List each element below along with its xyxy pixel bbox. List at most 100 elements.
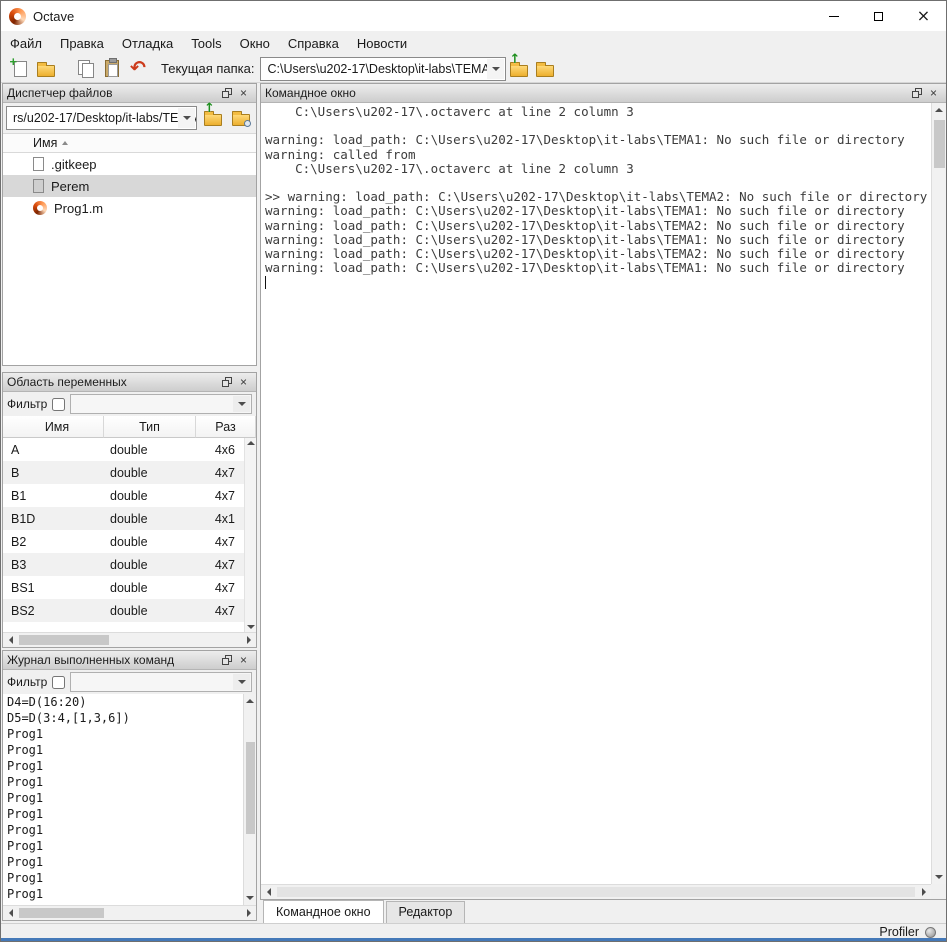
history-vertical-scrollbar[interactable] bbox=[243, 694, 256, 905]
history-item[interactable]: Prog1 bbox=[3, 774, 256, 790]
filter-combobox[interactable] bbox=[70, 394, 252, 414]
filter-checkbox[interactable] bbox=[52, 676, 65, 689]
column-header-name[interactable]: Имя bbox=[3, 416, 104, 438]
variable-row[interactable]: B2double4x7 bbox=[3, 530, 256, 553]
paste-button[interactable] bbox=[99, 57, 125, 81]
file-row[interactable]: Prog1.m bbox=[3, 197, 256, 219]
history-item[interactable]: Prog1 bbox=[3, 822, 256, 838]
variable-row[interactable]: BS1double4x7 bbox=[3, 576, 256, 599]
workspace-vertical-scrollbar[interactable] bbox=[244, 438, 256, 632]
variable-row[interactable]: BS2double4x7 bbox=[3, 599, 256, 622]
scroll-left-icon[interactable] bbox=[261, 885, 276, 899]
undock-icon[interactable] bbox=[218, 375, 235, 390]
history-item[interactable]: Prog1 bbox=[3, 806, 256, 822]
chevron-down-icon[interactable] bbox=[233, 674, 250, 690]
history-item[interactable]: Prog1 bbox=[3, 854, 256, 870]
history-item[interactable]: Prog1 bbox=[3, 742, 256, 758]
column-header-size[interactable]: Раз bbox=[196, 416, 256, 438]
history-item[interactable]: Prog1 bbox=[3, 726, 256, 742]
open-file-button[interactable] bbox=[33, 57, 59, 81]
history-item[interactable]: Prog1 bbox=[3, 838, 256, 854]
minimize-button[interactable] bbox=[811, 1, 856, 31]
scroll-right-icon[interactable] bbox=[916, 885, 931, 899]
menu-item-news[interactable]: Новости bbox=[348, 32, 416, 55]
variable-row[interactable]: B1Ddouble4x1 bbox=[3, 507, 256, 530]
scrollbar-thumb[interactable] bbox=[19, 908, 104, 918]
undock-icon[interactable] bbox=[218, 653, 235, 668]
browse-folder-button[interactable] bbox=[532, 57, 558, 81]
close-panel-icon[interactable]: × bbox=[925, 86, 942, 101]
scroll-right-icon[interactable] bbox=[241, 906, 256, 920]
variable-row[interactable]: B1double4x7 bbox=[3, 484, 256, 507]
menu-item-tools[interactable]: Tools bbox=[182, 32, 230, 55]
history-item[interactable]: Prog1 bbox=[3, 870, 256, 886]
history-item[interactable]: Prog1 bbox=[3, 790, 256, 806]
copy-button[interactable] bbox=[73, 57, 99, 81]
command-window-titlebar: Командное окно × bbox=[261, 84, 946, 103]
chevron-down-icon[interactable] bbox=[233, 396, 250, 412]
scroll-up-icon[interactable] bbox=[244, 694, 256, 708]
scroll-left-icon[interactable] bbox=[3, 906, 18, 920]
scroll-down-icon[interactable] bbox=[932, 870, 946, 884]
paste-icon bbox=[105, 60, 119, 77]
tab-editor[interactable]: Редактор bbox=[386, 901, 466, 923]
scroll-right-icon[interactable] bbox=[241, 633, 256, 647]
tab-command-window[interactable]: Командное окно bbox=[263, 900, 384, 923]
menu-item-edit[interactable]: Правка bbox=[51, 32, 113, 55]
filter-label: Фильтр bbox=[7, 397, 47, 411]
close-panel-icon[interactable]: × bbox=[235, 86, 252, 101]
scrollbar-thumb[interactable] bbox=[19, 635, 109, 645]
variable-row[interactable]: B3double4x7 bbox=[3, 553, 256, 576]
menu-item-help[interactable]: Справка bbox=[279, 32, 348, 55]
browser-up-button[interactable]: ↑ bbox=[201, 106, 225, 130]
chevron-down-icon[interactable] bbox=[487, 59, 504, 79]
file-browser-title: Диспетчер файлов bbox=[7, 86, 112, 100]
close-panel-icon[interactable]: × bbox=[235, 653, 252, 668]
scrollbar-thumb[interactable] bbox=[934, 120, 945, 168]
scroll-up-icon[interactable] bbox=[932, 103, 946, 117]
history-item[interactable]: D4=D(16:20) bbox=[3, 694, 256, 710]
current-folder-combobox[interactable]: C:\Users\u202-17\Desktop\it-labs\TEMA1 bbox=[260, 57, 506, 81]
file-row[interactable]: .gitkeep bbox=[3, 153, 256, 175]
history-horizontal-scrollbar[interactable] bbox=[3, 905, 256, 920]
file-row-selected[interactable]: Perem bbox=[3, 175, 256, 197]
menu-item-window[interactable]: Окно bbox=[231, 32, 279, 55]
undock-icon[interactable] bbox=[218, 86, 235, 101]
variable-row[interactable]: Bdouble4x7 bbox=[3, 461, 256, 484]
scrollbar-thumb[interactable] bbox=[277, 887, 915, 897]
history-item[interactable]: D5=D(3:4,[1,3,6]) bbox=[3, 710, 256, 726]
chevron-down-icon[interactable] bbox=[178, 108, 195, 128]
scroll-up-icon[interactable] bbox=[247, 441, 255, 445]
console-horizontal-scrollbar[interactable] bbox=[261, 884, 931, 899]
console-output[interactable]: C:\Users\u202-17\.octaverc at line 2 col… bbox=[261, 103, 931, 884]
history-list: D4=D(16:20) D5=D(3:4,[1,3,6]) Prog1 Prog… bbox=[3, 694, 256, 905]
scroll-left-icon[interactable] bbox=[3, 633, 18, 647]
menu-item-debug[interactable]: Отладка bbox=[113, 32, 182, 55]
browser-path-combobox[interactable]: rs/u202-17/Desktop/it-labs/TEMA1 bbox=[6, 106, 197, 130]
undock-icon[interactable] bbox=[908, 86, 925, 101]
history-item[interactable]: Prog1 bbox=[3, 886, 256, 902]
history-title: Журнал выполненных команд bbox=[7, 653, 174, 667]
maximize-button[interactable] bbox=[856, 1, 901, 31]
filter-checkbox[interactable] bbox=[52, 398, 65, 411]
scroll-down-icon[interactable] bbox=[247, 625, 255, 629]
menu-item-file[interactable]: Файл bbox=[1, 32, 51, 55]
profiler-status-icon[interactable] bbox=[925, 927, 936, 938]
workspace-title: Область переменных bbox=[7, 375, 127, 389]
folder-up-button[interactable]: ↑ bbox=[506, 57, 532, 81]
filter-combobox[interactable] bbox=[70, 672, 252, 692]
console-vertical-scrollbar[interactable] bbox=[931, 103, 946, 884]
file-browser-name-header[interactable]: Имя bbox=[3, 133, 256, 153]
close-button[interactable]: × bbox=[901, 1, 946, 31]
scroll-down-icon[interactable] bbox=[244, 891, 256, 905]
close-panel-icon[interactable]: × bbox=[235, 375, 252, 390]
variable-row[interactable]: Adouble4x6 bbox=[3, 438, 256, 461]
history-item[interactable]: Prog1 bbox=[3, 758, 256, 774]
scrollbar-thumb[interactable] bbox=[246, 742, 255, 834]
workspace-horizontal-scrollbar[interactable] bbox=[3, 632, 256, 647]
column-header-type[interactable]: Тип bbox=[104, 416, 196, 438]
undo-button[interactable]: ↶ bbox=[125, 57, 151, 81]
browser-actions-button[interactable] bbox=[229, 106, 253, 130]
bottom-tab-bar: Командное окно Редактор bbox=[261, 900, 947, 923]
new-script-button[interactable] bbox=[7, 57, 33, 81]
